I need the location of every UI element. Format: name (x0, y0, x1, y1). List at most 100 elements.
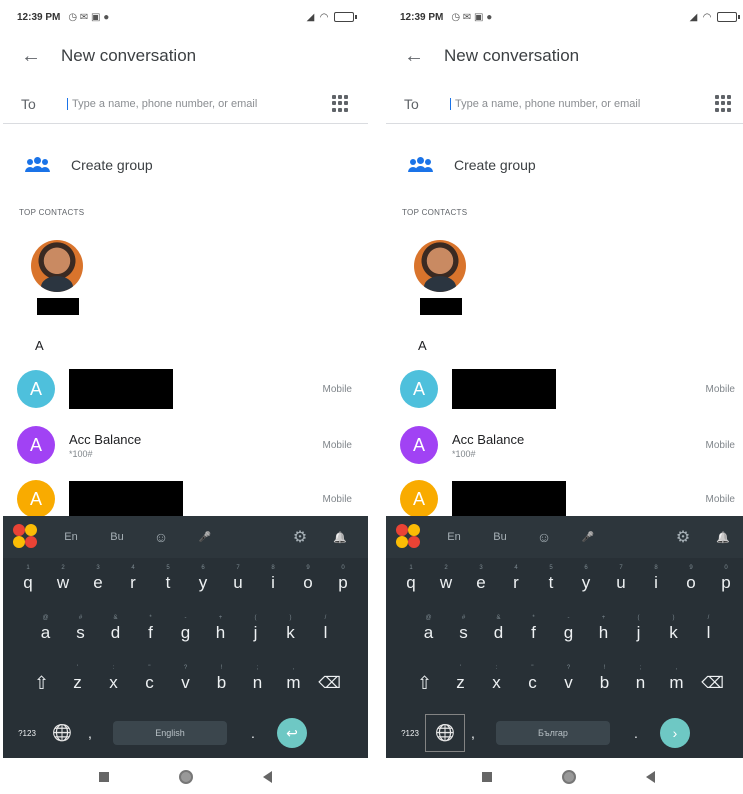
key-o[interactable]: 9o (291, 561, 326, 605)
backspace-key[interactable]: ⌫ (312, 661, 348, 705)
emoji-icon[interactable]: ☺ (139, 516, 183, 558)
bell-icon[interactable]: 🔔 (705, 516, 741, 558)
space-bar[interactable]: Българ (496, 721, 610, 745)
key-n[interactable]: ; n (623, 661, 659, 705)
key-l[interactable]: / l (308, 611, 343, 655)
language-en-tab[interactable]: En (47, 516, 95, 558)
key-q[interactable]: 1q (394, 561, 429, 605)
comma-key[interactable]: , (464, 711, 482, 755)
language-en-tab[interactable]: En (430, 516, 478, 558)
key-y[interactable]: 6y (569, 561, 604, 605)
key-f[interactable]: * f (133, 611, 168, 655)
comma-key[interactable]: , (81, 711, 99, 755)
globe-key[interactable]: 🌐 (43, 715, 81, 751)
shift-key[interactable]: ⇧ (24, 661, 60, 705)
key-k[interactable]: ) k (656, 611, 691, 655)
symbols-key[interactable]: ?123 (394, 711, 426, 755)
key-p[interactable]: 0p (709, 561, 743, 605)
key-m[interactable]: ,m (276, 661, 312, 705)
key-f[interactable]: * f (516, 611, 551, 655)
contact-row[interactable]: A Acc Balance *100# Mobile (3, 420, 368, 470)
globe-key[interactable]: 🌐 (425, 714, 465, 752)
key-z[interactable]: ' z (60, 661, 96, 705)
key-n[interactable]: ; n (240, 661, 276, 705)
contact-row[interactable]: A Mobile (386, 364, 743, 414)
key-e[interactable]: 3e (464, 561, 499, 605)
create-group-button[interactable]: Create group (3, 148, 368, 182)
dialpad-icon[interactable] (332, 94, 350, 113)
create-group-button[interactable]: Create group (386, 148, 743, 182)
key-c[interactable]: " c (132, 661, 168, 705)
mic-icon[interactable]: 🎤 (566, 516, 610, 558)
key-r[interactable]: 4r (116, 561, 151, 605)
key-c[interactable]: " c (515, 661, 551, 705)
key-b[interactable]: ! b (587, 661, 623, 705)
period-key[interactable]: . (241, 711, 265, 755)
key-h[interactable]: + h (203, 611, 238, 655)
key-b[interactable]: ! b (204, 661, 240, 705)
key-s[interactable]: # s (446, 611, 481, 655)
key-v[interactable]: ? v (551, 661, 587, 705)
key-t[interactable]: 5t (534, 561, 569, 605)
key-g[interactable]: -g (168, 611, 203, 655)
key-x[interactable]: :x (96, 661, 132, 705)
key-i[interactable]: 8i (639, 561, 674, 605)
back-arrow-icon[interactable]: ← (19, 44, 43, 68)
key-a[interactable]: @ a (28, 611, 63, 655)
home-button[interactable] (562, 770, 576, 784)
dialpad-icon[interactable] (715, 94, 733, 113)
key-d[interactable]: & d (481, 611, 516, 655)
key-u[interactable]: 7u (221, 561, 256, 605)
key-x[interactable]: :x (479, 661, 515, 705)
enter-key[interactable]: › (660, 718, 690, 748)
mic-icon[interactable]: 🎤 (183, 516, 227, 558)
language-bu-tab[interactable]: Bu (95, 516, 139, 558)
settings-icon[interactable]: ⚙ (661, 516, 705, 558)
key-z[interactable]: ' z (443, 661, 479, 705)
backspace-key[interactable]: ⌫ (695, 661, 731, 705)
key-r[interactable]: 4r (499, 561, 534, 605)
language-bu-tab[interactable]: Bu (478, 516, 522, 558)
key-j[interactable]: (j (238, 611, 273, 655)
shift-key[interactable]: ⇧ (407, 661, 443, 705)
key-p[interactable]: 0p (326, 561, 361, 605)
top-contact-item[interactable] (31, 240, 83, 315)
key-g[interactable]: -g (551, 611, 586, 655)
recipient-input[interactable] (450, 97, 682, 110)
key-e[interactable]: 3e (81, 561, 116, 605)
home-button[interactable] (179, 770, 193, 784)
key-s[interactable]: # s (63, 611, 98, 655)
keyboard-logo-icon[interactable] (13, 524, 39, 550)
contact-row[interactable]: A Mobile (3, 364, 368, 414)
key-v[interactable]: ? v (168, 661, 204, 705)
settings-icon[interactable]: ⚙ (278, 516, 322, 558)
space-bar[interactable]: English (113, 721, 227, 745)
back-arrow-icon[interactable]: ← (402, 44, 426, 68)
key-k[interactable]: ) k (273, 611, 308, 655)
recents-button[interactable] (482, 772, 492, 782)
key-o[interactable]: 9o (674, 561, 709, 605)
key-w[interactable]: 2w (46, 561, 81, 605)
system-back-button[interactable] (263, 771, 272, 783)
key-u[interactable]: 7u (604, 561, 639, 605)
bell-icon[interactable]: 🔔 (322, 516, 358, 558)
key-w[interactable]: 2w (429, 561, 464, 605)
key-h[interactable]: + h (586, 611, 621, 655)
key-m[interactable]: ,m (659, 661, 695, 705)
key-d[interactable]: & d (98, 611, 133, 655)
key-j[interactable]: (j (621, 611, 656, 655)
key-a[interactable]: @ a (411, 611, 446, 655)
period-key[interactable]: . (624, 711, 648, 755)
recents-button[interactable] (99, 772, 109, 782)
key-l[interactable]: / l (691, 611, 726, 655)
keyboard-logo-icon[interactable] (396, 524, 422, 550)
symbols-key[interactable]: ?123 (11, 711, 43, 755)
key-q[interactable]: 1q (11, 561, 46, 605)
emoji-icon[interactable]: ☺ (522, 516, 566, 558)
contact-row[interactable]: A Acc Balance *100# Mobile (386, 420, 743, 470)
key-y[interactable]: 6y (186, 561, 221, 605)
system-back-button[interactable] (646, 771, 655, 783)
key-t[interactable]: 5t (151, 561, 186, 605)
recipient-input[interactable] (67, 97, 299, 110)
enter-key[interactable]: ↩ (277, 718, 307, 748)
